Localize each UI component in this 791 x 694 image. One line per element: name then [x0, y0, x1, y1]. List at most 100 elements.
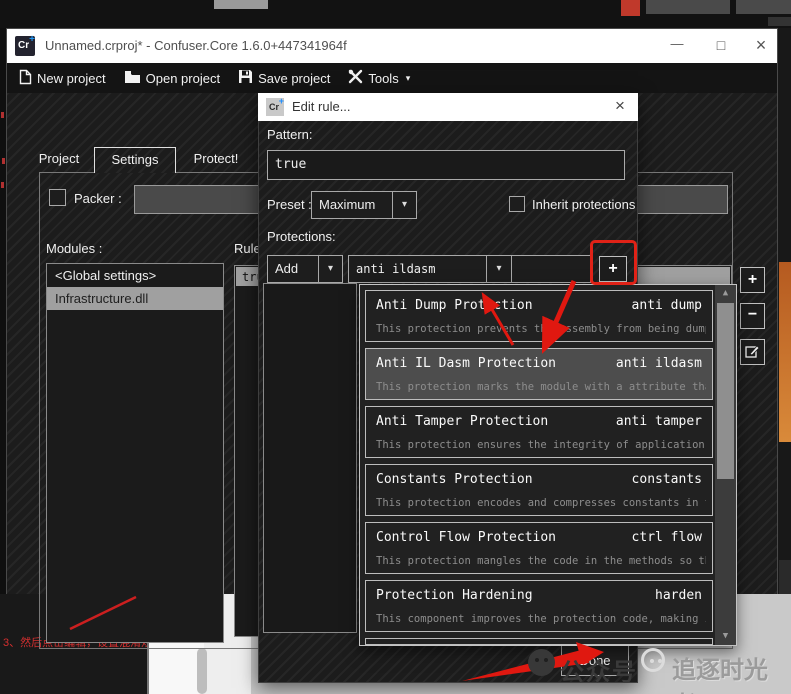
inherit-protections-label: Inherit protections: [532, 197, 635, 212]
dialog-icon-plus: +: [279, 96, 284, 106]
app-icon-text: Cr: [18, 40, 29, 51]
save-project-label: Save project: [258, 71, 330, 86]
protection-option-id: constants: [632, 472, 702, 487]
background-top-strip: [0, 0, 791, 28]
watermark-name: 追逐时光者: [672, 650, 791, 694]
protection-option-highlighted[interactable]: Anti IL Dasm Protection anti ildasm This…: [365, 348, 713, 400]
protection-option-desc: This protection encodes and compresses c…: [376, 497, 706, 509]
protections-listbox[interactable]: [263, 283, 357, 633]
background-right-strip: [778, 28, 791, 594]
save-disk-icon: [238, 69, 253, 87]
inherit-protections-checkbox[interactable]: [509, 196, 525, 212]
maximize-button[interactable]: □: [701, 29, 741, 63]
modules-list[interactable]: <Global settings> Infrastructure.dll: [46, 263, 224, 643]
protection-option-desc: This component improves the protection c…: [376, 613, 706, 625]
minimize-button[interactable]: —: [657, 29, 697, 63]
screenshot-stage: 3、然后点击编辑，设置混淆规则 Cr + Unnamed.crproj* - C…: [0, 0, 791, 694]
tab-settings[interactable]: Settings: [94, 147, 176, 173]
open-project-button[interactable]: Open project: [124, 70, 220, 87]
protection-option-desc: This protection mangles the code in the …: [376, 555, 706, 567]
background-blob: [646, 0, 730, 14]
open-project-label: Open project: [146, 71, 220, 86]
dialog-close-button[interactable]: ×: [602, 93, 638, 121]
app-icon: Cr +: [15, 36, 35, 56]
preset-combobox[interactable]: Maximum ▾: [311, 191, 417, 219]
annotation-highlight-box: [590, 240, 637, 285]
protection-option-name: Anti Dump Protection: [376, 298, 533, 313]
background-red-icon: [621, 0, 640, 16]
protection-value[interactable]: anti ildasm: [356, 256, 435, 282]
new-file-icon: [19, 69, 32, 88]
action-dropdown-arrow-icon[interactable]: ▾: [318, 256, 342, 282]
tab-protect[interactable]: Protect!: [183, 151, 249, 173]
protection-option-id: anti dump: [632, 298, 702, 313]
protection-option[interactable]: Constants Protection constants This prot…: [365, 464, 713, 516]
module-list-item-selected[interactable]: Infrastructure.dll: [47, 287, 223, 310]
protection-option[interactable]: Anti Tamper Protection anti tamper This …: [365, 406, 713, 458]
module-list-item[interactable]: <Global settings>: [47, 264, 223, 287]
protection-option[interactable]: Protection Hardening harden This compone…: [365, 580, 713, 632]
packer-checkbox[interactable]: [49, 189, 66, 206]
pattern-label: Pattern:: [267, 127, 313, 142]
protection-option-name: Constants Protection: [376, 472, 533, 487]
watermark-chat-icon-light: [641, 648, 665, 672]
protections-label: Protections:: [267, 229, 336, 244]
protection-option-desc: This protection prevents the assembly fr…: [376, 323, 706, 335]
popup-scrollbar[interactable]: ▲ ▼: [715, 285, 736, 645]
protection-option-desc: This protection ensures the integrity of…: [376, 439, 706, 451]
dialog-titlebar[interactable]: Cr + Edit rule... ×: [258, 93, 638, 121]
page-scrollbar-thumb[interactable]: [197, 648, 207, 694]
protection-combobox-group: anti ildasm ▾: [348, 255, 591, 283]
protection-option-id: ctrl flow: [632, 530, 702, 545]
rule-remove-button[interactable]: −: [740, 303, 765, 329]
protection-option[interactable]: Control Flow Protection ctrl flow This p…: [365, 522, 713, 574]
protection-option-id: harden: [655, 588, 702, 603]
scroll-up-icon[interactable]: ▲: [715, 285, 736, 301]
background-orange-image: [779, 262, 791, 442]
tools-dropdown-arrow-icon: ▾: [406, 73, 411, 84]
background-gray-block: [779, 560, 791, 594]
rule-add-button[interactable]: +: [740, 267, 765, 293]
protection-option-id: anti ildasm: [616, 356, 702, 371]
rule-edit-button[interactable]: [740, 339, 765, 365]
dialog-title: Edit rule...: [292, 99, 351, 114]
protections-dropdown-popup: Anti Dump Protection anti dump This prot…: [359, 284, 737, 646]
packer-label: Packer :: [74, 191, 122, 206]
new-project-label: New project: [37, 71, 106, 86]
preset-value: Maximum: [319, 192, 375, 218]
modules-label: Modules :: [46, 241, 102, 256]
dialog-icon-text: Cr: [269, 102, 279, 112]
background-red-dot: [2, 158, 5, 164]
action-value: Add: [275, 256, 298, 282]
protection-option-name: Anti IL Dasm Protection: [376, 356, 556, 371]
edit-pencil-icon: [745, 346, 760, 363]
popup-scrollbar-thumb[interactable]: [717, 303, 734, 479]
protection-option[interactable]: Anti Dump Protection anti dump This prot…: [365, 290, 713, 342]
new-project-button[interactable]: New project: [19, 69, 106, 88]
done-button[interactable]: Done: [561, 645, 629, 676]
watermark-icon-eye: [650, 659, 654, 663]
background-blob: [768, 17, 791, 26]
dialog-icon: Cr +: [266, 98, 284, 116]
window-title: Unnamed.crproj* - Confuser.Core 1.6.0+44…: [45, 38, 347, 53]
protection-option-partial[interactable]: [365, 638, 713, 645]
background-blob: [736, 0, 791, 14]
protection-dropdown-arrow-icon[interactable]: ▾: [486, 256, 512, 282]
pattern-input[interactable]: true: [267, 150, 625, 180]
tools-menu-button[interactable]: Tools ▾: [348, 69, 410, 87]
background-red-dot: [1, 182, 4, 188]
tab-project[interactable]: Project: [29, 151, 89, 173]
preset-dropdown-arrow-icon[interactable]: ▾: [392, 192, 416, 218]
protection-option-id: anti tamper: [616, 414, 702, 429]
protection-option-desc: This protection marks the module with a …: [376, 381, 706, 393]
protection-option-name: Protection Hardening: [376, 588, 533, 603]
save-project-button[interactable]: Save project: [238, 69, 330, 87]
toolbar: New project Open project Save project To…: [7, 63, 777, 93]
action-combobox[interactable]: Add ▾: [267, 255, 343, 283]
close-button[interactable]: ×: [745, 29, 777, 63]
window-titlebar[interactable]: Cr + Unnamed.crproj* - Confuser.Core 1.6…: [7, 29, 777, 63]
protection-option-name: Anti Tamper Protection: [376, 414, 548, 429]
scroll-down-icon[interactable]: ▼: [715, 629, 736, 645]
tools-label: Tools: [368, 71, 398, 86]
background-red-dot: [1, 112, 4, 118]
